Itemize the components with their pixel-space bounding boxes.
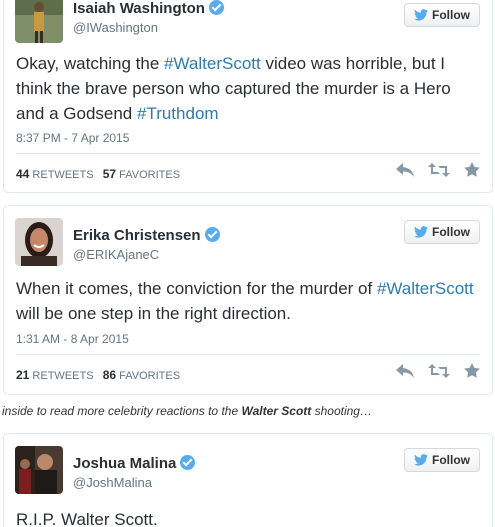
divider <box>16 153 480 154</box>
tweet-timestamp[interactable]: 1:31 AM - 8 Apr 2015 <box>16 332 129 346</box>
retweet-icon[interactable] <box>428 162 450 177</box>
retweets-count[interactable]: 21 <box>16 368 29 382</box>
favorites-count[interactable]: 57 <box>103 167 116 181</box>
verified-badge-icon <box>180 455 196 470</box>
favorites-label: FAVORITES <box>119 169 181 181</box>
article-caption: inside to read more celebrity reactions … <box>2 404 372 418</box>
divider <box>16 354 480 355</box>
twitter-bird-icon <box>414 226 428 238</box>
follow-label: Follow <box>432 453 470 467</box>
verified-badge-icon <box>204 227 220 242</box>
verified-badge-icon <box>208 0 224 15</box>
twitter-bird-icon <box>414 9 428 21</box>
hashtag-link[interactable]: #WalterScott <box>164 54 261 73</box>
display-name[interactable]: Erika Christensen <box>73 227 220 244</box>
favorites-label: FAVORITES <box>119 370 181 382</box>
tweet-text: R.I.P. Walter Scott. <box>16 510 158 527</box>
follow-button[interactable]: Follow <box>404 220 480 244</box>
avatar[interactable] <box>15 446 63 494</box>
tweet-timestamp[interactable]: 8:37 PM - 7 Apr 2015 <box>16 131 129 145</box>
retweets-label: RETWEETS <box>32 370 94 382</box>
tweet-actions <box>396 363 480 378</box>
tweet-card-erika-christensen: Erika Christensen @ERIKAjaneC Follow Whe… <box>3 205 493 395</box>
reply-icon[interactable] <box>396 363 414 378</box>
hashtag-link[interactable]: #WalterScott <box>377 279 474 298</box>
user-handle[interactable]: @IWashington <box>73 20 158 35</box>
favorite-star-icon[interactable] <box>464 162 480 177</box>
reply-icon[interactable] <box>396 162 414 177</box>
display-name[interactable]: Isaiah Washington <box>73 0 224 17</box>
favorites-count[interactable]: 86 <box>103 368 116 382</box>
retweet-icon[interactable] <box>428 363 450 378</box>
caption-bold-name: Walter Scott <box>241 404 312 418</box>
display-name[interactable]: Joshua Malina <box>73 455 196 472</box>
follow-label: Follow <box>432 225 470 239</box>
retweets-label: RETWEETS <box>32 169 94 181</box>
avatar[interactable] <box>15 218 63 266</box>
favorite-star-icon[interactable] <box>464 363 480 378</box>
tweet-stats: 44 RETWEETS 57 FAVORITES <box>16 167 180 181</box>
tweet-stats: 21 RETWEETS 86 FAVORITES <box>16 368 180 382</box>
retweets-count[interactable]: 44 <box>16 167 29 181</box>
tweet-text: When it comes, the conviction for the mu… <box>16 279 474 323</box>
hashtag-link[interactable]: #Truthdom <box>137 104 219 123</box>
tweet-actions <box>396 162 480 177</box>
user-handle[interactable]: @ERIKAjaneC <box>73 247 159 262</box>
tweet-card-joshua-malina: Joshua Malina @JoshMalina Follow R.I.P. … <box>3 433 493 527</box>
follow-button[interactable]: Follow <box>404 3 480 27</box>
tweet-card-isaiah-washington: Isaiah Washington @IWashington Follow Ok… <box>3 0 493 193</box>
tweet-text: Okay, watching the #WalterScott video wa… <box>16 54 451 123</box>
follow-label: Follow <box>432 8 470 22</box>
follow-button[interactable]: Follow <box>404 448 480 472</box>
user-handle[interactable]: @JoshMalina <box>73 475 152 490</box>
avatar[interactable] <box>15 0 63 43</box>
twitter-bird-icon <box>414 454 428 466</box>
